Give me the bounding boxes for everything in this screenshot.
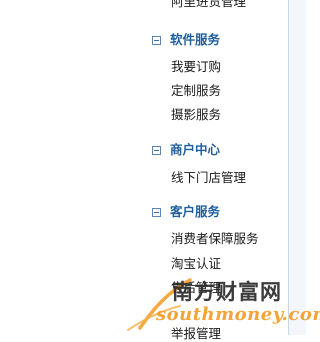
section-title-merchant[interactable]: 商户中心: [170, 142, 220, 158]
menu-item-consumer-protection[interactable]: 消费者保障服务: [171, 231, 259, 247]
menu-item-report-management[interactable]: 举报管理: [171, 326, 221, 342]
content-edge: [289, 0, 306, 335]
menu-item-ali-purchase[interactable]: 阿里进货管理: [171, 0, 246, 10]
section-merchant-center: 商户中心: [152, 142, 220, 158]
seller-sidebar-panel: 阿里进货管理 软件服务 我要订购 定制服务 摄影服务 商户中心 线下门店管理 客…: [0, 0, 320, 341]
menu-item-subscribe[interactable]: 我要订购: [171, 59, 221, 75]
section-software-services: 软件服务: [152, 32, 220, 48]
menu-item-custom-service[interactable]: 定制服务: [171, 83, 221, 99]
menu-item-after-sales[interactable]: 售后管理: [171, 280, 221, 296]
menu-item-offline-store[interactable]: 线下门店管理: [171, 170, 246, 186]
menu-item-photo-service[interactable]: 摄影服务: [171, 107, 221, 123]
sidebar-menu: 阿里进货管理 软件服务 我要订购 定制服务 摄影服务 商户中心 线下门店管理 客…: [0, 0, 288, 341]
menu-item-taobao-certification[interactable]: 淘宝认证: [171, 256, 221, 272]
collapse-toggle-icon[interactable]: [152, 207, 161, 217]
section-title-software[interactable]: 软件服务: [170, 32, 220, 48]
section-title-customer[interactable]: 客户服务: [170, 204, 220, 220]
collapse-toggle-icon[interactable]: [152, 145, 161, 155]
section-customer-service: 客户服务: [152, 204, 220, 220]
collapse-toggle-icon[interactable]: [152, 35, 161, 45]
